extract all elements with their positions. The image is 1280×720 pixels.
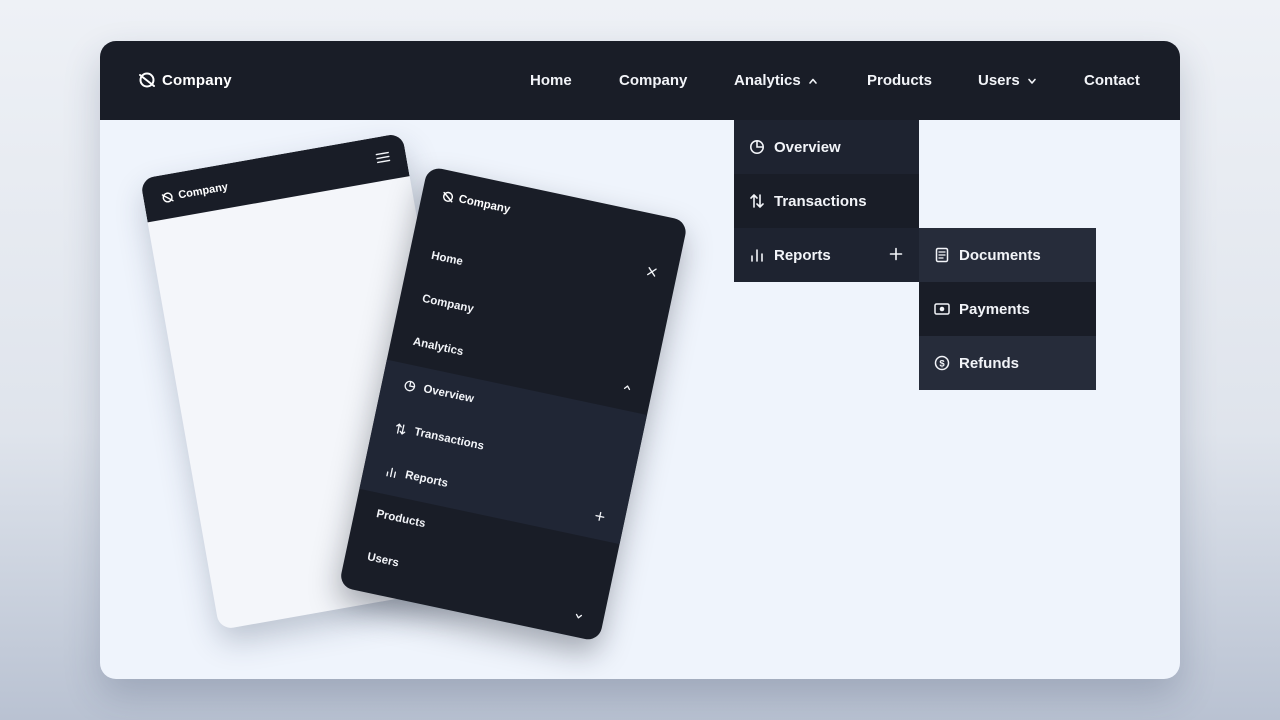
svg-text:$: $ xyxy=(939,359,945,370)
browser-frame: Company Home Company Analytics Products … xyxy=(100,41,1180,679)
submenu-label: Payments xyxy=(959,300,1030,318)
brand-logo[interactable]: Company xyxy=(138,71,232,89)
submenu-label: Refunds xyxy=(959,354,1019,372)
mobile-item-label: Users xyxy=(366,551,400,570)
reports-submenu: Documents Payments $ Refunds xyxy=(919,228,1096,390)
arrows-updown-icon xyxy=(750,194,764,208)
submenu-label: Documents xyxy=(959,246,1041,264)
mobile-brand-name: Company xyxy=(177,180,229,202)
mobile-sub-text: Reports xyxy=(384,465,449,490)
arrows-updown-icon xyxy=(396,423,406,435)
hamburger-menu-icon[interactable] xyxy=(375,150,391,164)
nav-home-label: Home xyxy=(530,72,572,89)
company-logo-icon xyxy=(442,191,454,203)
plus-icon[interactable] xyxy=(594,510,606,522)
nav-company[interactable]: Company xyxy=(619,72,687,89)
nav-analytics[interactable]: Analytics xyxy=(734,72,819,89)
document-icon xyxy=(935,247,949,263)
mobile-sub-text: Transactions xyxy=(394,422,485,453)
submenu-item-documents[interactable]: Documents xyxy=(919,228,1096,282)
navbar: Company Home Company Analytics Products … xyxy=(100,41,1180,120)
mobile-item-label: Company xyxy=(421,292,475,316)
submenu-item-refunds[interactable]: $ Refunds xyxy=(919,336,1096,390)
dropdown-item-transactions[interactable]: Transactions xyxy=(734,174,919,228)
plus-icon[interactable] xyxy=(889,247,903,261)
mobile-sub-label: Overview xyxy=(422,383,475,406)
pie-chart-icon xyxy=(750,140,764,154)
nav-contact-label: Contact xyxy=(1084,72,1140,89)
chevron-up-icon xyxy=(808,78,817,84)
chevron-down-icon xyxy=(1027,78,1036,84)
mobile-item-label: Products xyxy=(375,508,427,531)
nav-products[interactable]: Products xyxy=(867,72,932,89)
nav-products-label: Products xyxy=(867,72,933,89)
bar-chart-icon xyxy=(751,249,763,262)
chevron-up-icon xyxy=(623,385,631,391)
dollar-circle-icon: $ xyxy=(934,355,950,371)
dropdown-item-overview[interactable]: Overview xyxy=(734,120,919,174)
close-icon[interactable] xyxy=(646,266,658,278)
dropdown-label: Transactions xyxy=(774,192,867,210)
submenu-item-payments[interactable]: Payments xyxy=(919,282,1096,336)
bar-chart-icon xyxy=(386,467,397,478)
cash-icon xyxy=(934,303,950,315)
nav-company-label: Company xyxy=(619,72,688,89)
mobile-menu-brand[interactable]: Company xyxy=(441,190,511,216)
mobile-sub-label: Reports xyxy=(404,469,450,490)
nav-users-label: Users xyxy=(978,72,1020,89)
nav-analytics-label: Analytics xyxy=(734,72,801,89)
brand-name: Company xyxy=(162,71,232,89)
mobile-brand[interactable]: Company xyxy=(161,181,229,204)
mobile-sub-text: Overview xyxy=(403,379,475,406)
nav-users[interactable]: Users xyxy=(978,72,1038,89)
chevron-down-icon xyxy=(575,613,583,619)
company-logo-icon xyxy=(161,192,174,203)
dropdown-item-reports[interactable]: Reports xyxy=(734,228,919,282)
company-logo-icon xyxy=(139,72,155,88)
dropdown-label: Overview xyxy=(774,138,841,156)
mobile-item-label: Home xyxy=(430,249,464,269)
mobile-navbar: Company xyxy=(140,132,410,223)
pie-chart-icon xyxy=(404,380,416,392)
dropdown-label: Reports xyxy=(774,246,831,264)
analytics-dropdown: Overview Transactions Reports xyxy=(734,120,919,282)
nav-contact[interactable]: Contact xyxy=(1084,72,1140,89)
mobile-sub-label: Transactions xyxy=(413,426,486,453)
mobile-item-label: Analytics xyxy=(411,335,465,359)
nav-home[interactable]: Home xyxy=(530,72,572,89)
mobile-menu-brand-name: Company xyxy=(457,193,512,216)
